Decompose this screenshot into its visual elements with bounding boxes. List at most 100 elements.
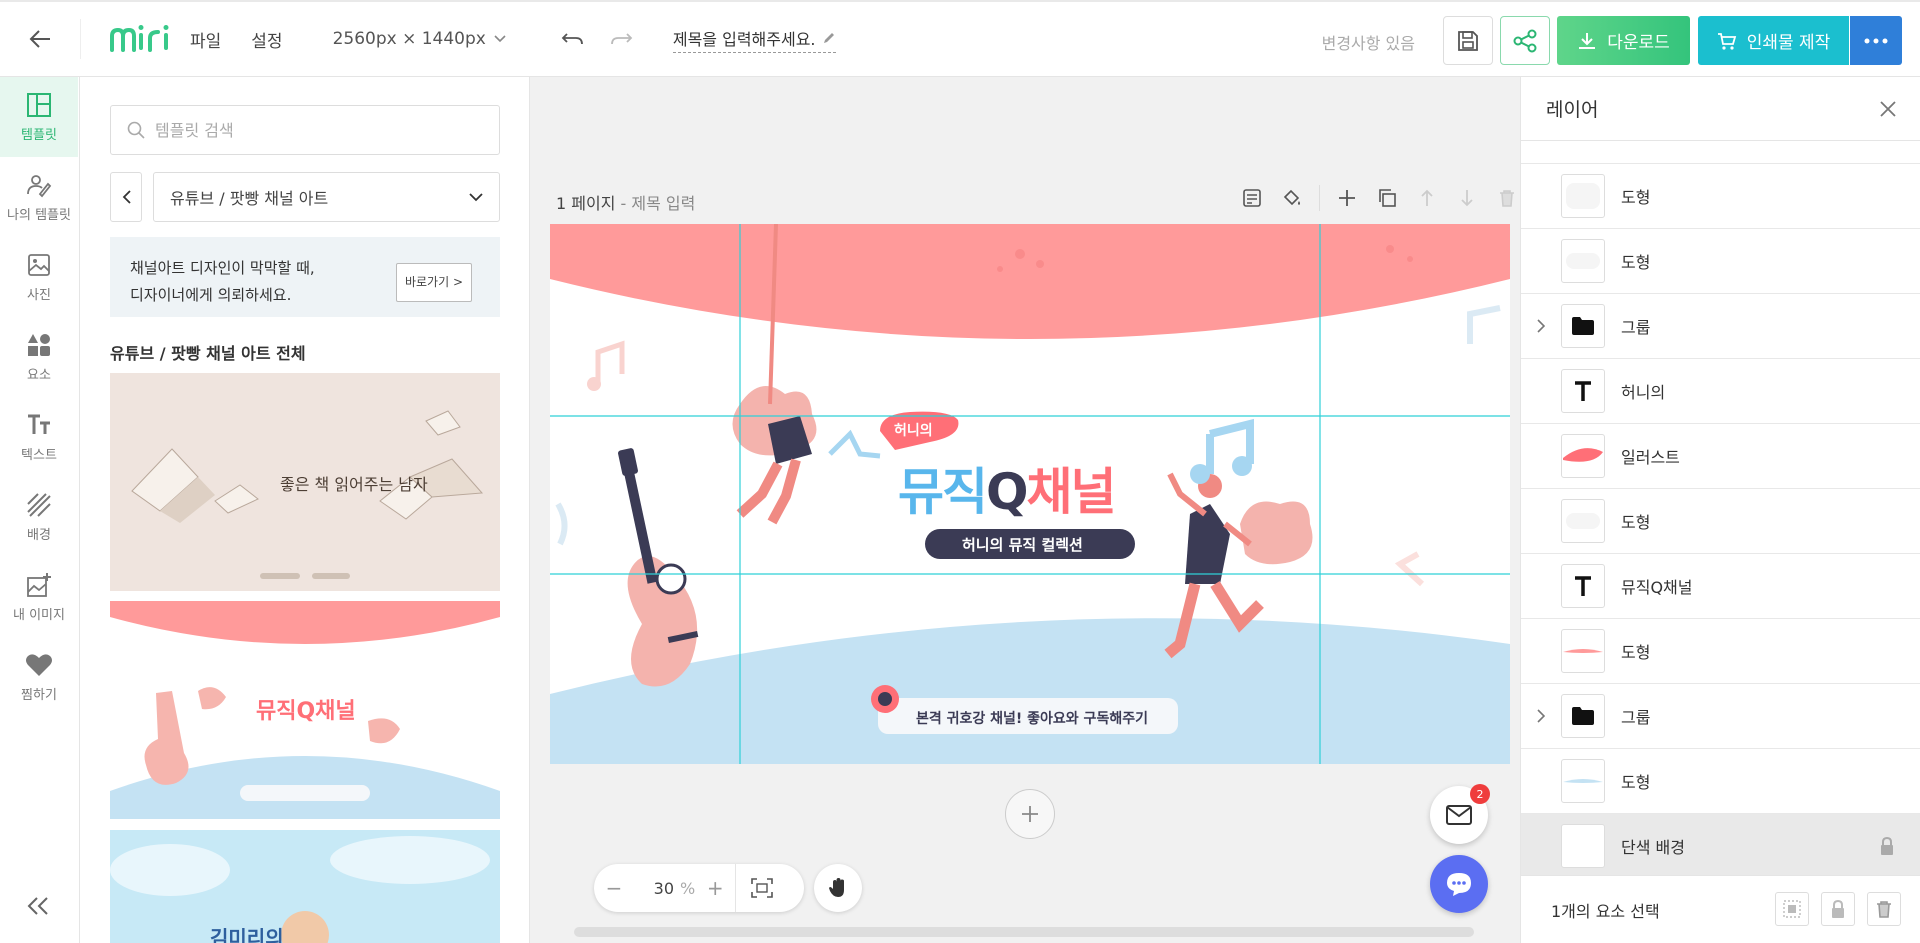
- layer-row[interactable]: 도형: [1521, 619, 1920, 684]
- page-memo-button[interactable]: [1239, 185, 1265, 211]
- back-button[interactable]: [0, 2, 80, 77]
- main-title-c: 채널: [1026, 463, 1117, 521]
- fit-screen-button[interactable]: [735, 864, 787, 912]
- group-button[interactable]: [1775, 892, 1809, 926]
- logo-mark: [110, 25, 169, 52]
- lock-icon[interactable]: [1879, 836, 1895, 856]
- add-page-top-button[interactable]: [1334, 185, 1360, 211]
- template-section-title: 유튜브 / 팟빵 채널 아트 전체: [110, 344, 306, 363]
- expand-group-button[interactable]: [1521, 319, 1561, 333]
- nav-photo-label: 사진: [27, 287, 51, 303]
- page-fill-button[interactable]: [1279, 185, 1305, 211]
- page-number: 1 페이지: [556, 194, 616, 213]
- layer-name: 뮤직Q채널: [1621, 578, 1693, 597]
- hand-tool-button[interactable]: [814, 864, 862, 912]
- move-page-down-button[interactable]: [1454, 185, 1480, 211]
- template-thumb-sky[interactable]: 김미리의: [110, 830, 500, 943]
- zoom-value[interactable]: 30: [634, 879, 674, 898]
- hand-icon: [829, 878, 844, 897]
- template-search[interactable]: [110, 105, 500, 155]
- document-title-field[interactable]: 제목을 입력해주세요.: [672, 26, 836, 53]
- zoom-out-button[interactable]: −: [594, 876, 634, 900]
- layer-row[interactable]: 그룹: [1521, 684, 1920, 749]
- nav-my-image[interactable]: 내 이미지: [0, 557, 78, 637]
- zoom-control: − 30 % +: [594, 864, 804, 912]
- lock-layer-button[interactable]: [1821, 892, 1855, 926]
- delete-page-button[interactable]: [1494, 185, 1520, 211]
- layer-row[interactable]: 도형: [1521, 164, 1920, 229]
- collapse-panel-button[interactable]: [24, 895, 54, 921]
- nav-background-label: 배경: [27, 527, 51, 543]
- more-options-button[interactable]: [1850, 16, 1902, 65]
- cart-icon: [1717, 32, 1736, 50]
- layer-row[interactable]: 그룹: [1521, 294, 1920, 359]
- layer-row[interactable]: 도형: [1521, 229, 1920, 294]
- redo-icon[interactable]: [609, 31, 633, 47]
- move-page-up-button[interactable]: [1414, 185, 1440, 211]
- layer-footer: 1개의 요소 선택: [1521, 875, 1920, 943]
- template-icon: [27, 92, 51, 117]
- close-icon[interactable]: [1880, 100, 1896, 117]
- nav-photo[interactable]: 사진: [0, 237, 78, 317]
- share-icon: [1513, 29, 1537, 52]
- page-title-input[interactable]: - 제목 입력: [621, 194, 696, 213]
- canvas-size-select[interactable]: 2560px × 1440px: [333, 29, 506, 49]
- expand-group-button[interactable]: [1521, 709, 1561, 723]
- layer-row[interactable]: 도형: [1521, 489, 1920, 554]
- layer-row-partial[interactable]: [1521, 141, 1920, 164]
- print-order-button[interactable]: 인쇄물 제작: [1698, 16, 1849, 65]
- design-canvas[interactable]: 허니의 뮤직Q채널 허니의 뮤직 컬렉션 본격 귀호강 채널! 좋아요와 구독해…: [550, 224, 1510, 764]
- thumb-music-title: 뮤직Q채널: [256, 699, 356, 724]
- layer-thumb: [1561, 369, 1605, 413]
- category-select[interactable]: 유튜브 / 팟빵 채널 아트: [153, 172, 500, 222]
- layer-row[interactable]: 일러스트: [1521, 424, 1920, 489]
- category-value: 유튜브 / 팟빵 채널 아트: [170, 189, 329, 208]
- template-thumb-book[interactable]: 좋은 책 읽어주는 남자: [110, 373, 500, 591]
- add-page-button[interactable]: [1005, 789, 1055, 839]
- layer-row[interactable]: 뮤직Q채널: [1521, 554, 1920, 619]
- duplicate-page-button[interactable]: [1374, 185, 1400, 211]
- category-back-button[interactable]: [110, 172, 142, 222]
- template-search-input[interactable]: [155, 120, 475, 140]
- menu-file[interactable]: 파일: [190, 27, 221, 52]
- nav-text[interactable]: 텍스트: [0, 397, 78, 477]
- chat-button[interactable]: [1430, 855, 1488, 913]
- mail-button[interactable]: 2: [1430, 784, 1490, 844]
- horizontal-scrollbar[interactable]: [574, 927, 1474, 937]
- undo-icon[interactable]: [561, 31, 585, 47]
- nav-elements[interactable]: 요소: [0, 317, 78, 397]
- nav-my-template[interactable]: 나의 템플릿: [0, 157, 78, 237]
- promo-go-button[interactable]: 바로가기 >: [395, 263, 472, 302]
- layer-row-selected[interactable]: 단색 배경: [1521, 814, 1920, 876]
- layer-name: 도형: [1621, 513, 1651, 532]
- layer-thumb: [1561, 759, 1605, 803]
- folder-icon: [1572, 317, 1594, 335]
- banner-text: 본격 귀호강 채널! 좋아요와 구독해주기: [916, 711, 1148, 727]
- share-button[interactable]: [1500, 16, 1550, 65]
- delete-layer-button[interactable]: [1867, 892, 1901, 926]
- lock-icon: [1832, 899, 1844, 918]
- chevron-down-icon: [469, 192, 483, 201]
- group-icon: [1783, 900, 1801, 918]
- chat-bubble-icon: [1447, 873, 1471, 896]
- elements-icon: [28, 333, 50, 356]
- chevron-right-icon: [1537, 319, 1545, 333]
- menu-settings[interactable]: 설정: [251, 27, 282, 52]
- nav-favorites[interactable]: 찜하기: [0, 637, 78, 717]
- left-nav: 템플릿 나의 템플릿 사진 요소 텍스트 배경 내 이미지 찜하기: [0, 77, 80, 943]
- zoom-in-button[interactable]: +: [695, 876, 735, 900]
- document-title: 제목을 입력해주세요.: [672, 29, 816, 49]
- layer-row[interactable]: 허니의: [1521, 359, 1920, 424]
- envelope-icon: [1446, 805, 1472, 825]
- layer-row[interactable]: 도형: [1521, 749, 1920, 814]
- template-thumb-music[interactable]: 뮤직Q채널: [110, 601, 500, 819]
- miri-logo[interactable]: [80, 19, 190, 59]
- save-button[interactable]: [1443, 16, 1493, 65]
- layer-thumb: [1561, 564, 1605, 608]
- nav-background[interactable]: 배경: [0, 477, 78, 557]
- double-chevron-left-icon: [27, 897, 48, 915]
- nav-template[interactable]: 템플릿: [0, 77, 78, 157]
- download-button[interactable]: 다운로드: [1557, 16, 1690, 65]
- layer-title: 레이어: [1546, 99, 1599, 121]
- canvas-size-value: 2560px × 1440px: [332, 29, 486, 49]
